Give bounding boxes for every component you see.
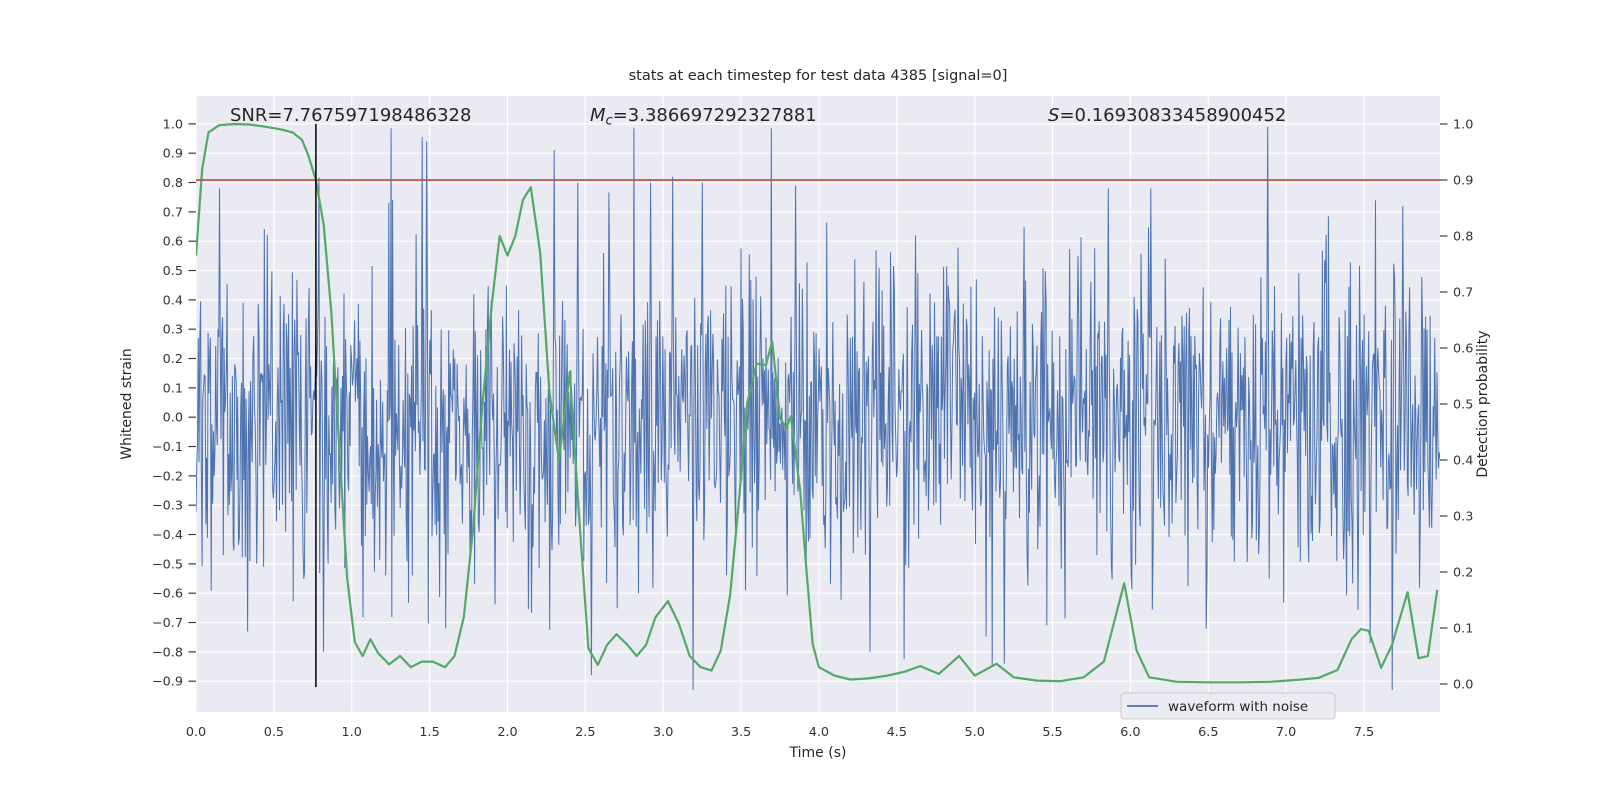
y-tick-label-left: 0.9 [163,147,183,162]
annotation-chirp-mass: Mc=3.386697292327881 [590,105,817,129]
x-tick-label: 0.5 [264,725,284,740]
x-tick-label: 6.5 [1198,725,1218,740]
legend: waveform with noise [1120,692,1336,720]
annotation-s-stat: S=0.16930833458900452 [1048,105,1286,126]
x-tick-label: 1.0 [342,725,362,740]
y-tick-label-left: 0.8 [163,176,183,191]
x-tick-label: 6.0 [1120,725,1140,740]
y-tick-label-left: 0.7 [163,205,183,220]
y-tick-label-left: 0.5 [163,264,183,279]
x-tick-label: 4.5 [887,725,907,740]
legend-label: waveform with noise [1168,699,1308,715]
y-tick-label-right: 1.0 [1453,118,1473,133]
y-tick-label-left: 0.2 [163,352,183,367]
annotation-s-value: =0.16930833458900452 [1059,105,1286,126]
annotation-s-symbol: S [1048,105,1059,126]
y-tick-label-left: 0.3 [163,323,183,338]
chart-title: stats at each timestep for test data 438… [629,68,1008,84]
y-tick-label-left: −0.3 [152,499,183,514]
x-tick-label: 0.0 [186,725,206,740]
y-tick-label-right: 0.7 [1453,286,1473,301]
y-tick-label-right: 0.4 [1453,454,1473,469]
x-axis-label: Time (s) [789,745,847,761]
x-tick-label: 1.5 [419,725,439,740]
figure: 0.0 0.5 1.0 1.5 2.0 2.5 3.0 3.5 4.0 4.5 5.0 5.5 6.0 6… [0,0,1600,800]
y-tick-label-right: 0.9 [1453,174,1473,189]
y-tick-label-right: 0.5 [1453,398,1473,413]
x-tick-label: 3.0 [653,725,673,740]
y-tick-label-left: −0.2 [152,469,183,484]
y-tick-label-left: −0.9 [152,675,183,690]
y-tick-label-left: 0.1 [163,381,183,396]
y-tick-label-right: 0.1 [1453,622,1473,637]
x-tick-label: 2.5 [575,725,595,740]
x-tick-label: 7.0 [1276,725,1296,740]
y-tick-label-right: 0.3 [1453,510,1473,525]
y-tick-label-left: −0.5 [152,557,183,572]
y-tick-label-right: 0.6 [1453,342,1473,357]
x-tick-label: 2.0 [497,725,517,740]
annotation-mc-subscript: c [606,114,613,129]
y-tick-label-left: 0.4 [163,293,183,308]
y-tick-label-left: 1.0 [163,117,183,132]
y-tick-label-left: −0.1 [152,440,183,455]
y-axis-label-left: Whitened strain [119,348,135,459]
y-tick-label-left: −0.4 [152,528,183,543]
y-tick-label-left: 0.6 [163,235,183,250]
x-tick-label: 5.0 [965,725,985,740]
annotation-snr: SNR=7.767597198486328 [230,105,471,126]
y-tick-label-right: 0.2 [1453,566,1473,581]
x-tick-label: 7.5 [1354,725,1374,740]
annotation-mc-value: =3.386697292327881 [613,105,817,126]
y-tick-label-right: 0.0 [1453,678,1473,693]
y-tick-label-left: 0.0 [163,411,183,426]
x-tick-label: 4.0 [809,725,829,740]
y-tick-label-left: −0.7 [152,616,183,631]
y-tick-label-left: −0.8 [152,645,183,660]
x-tick-label: 3.5 [731,725,751,740]
y-tick-label-right: 0.8 [1453,230,1473,245]
y-tick-label-left: −0.6 [152,587,183,602]
chart-canvas: 0.0 0.5 1.0 1.5 2.0 2.5 3.0 3.5 4.0 4.5 5.0 5.5 6.0 6… [119,68,1491,761]
y-axis-label-right: Detection probability [1475,330,1491,477]
x-tick-label: 5.5 [1042,725,1062,740]
annotation-mc-symbol: M [590,105,606,126]
